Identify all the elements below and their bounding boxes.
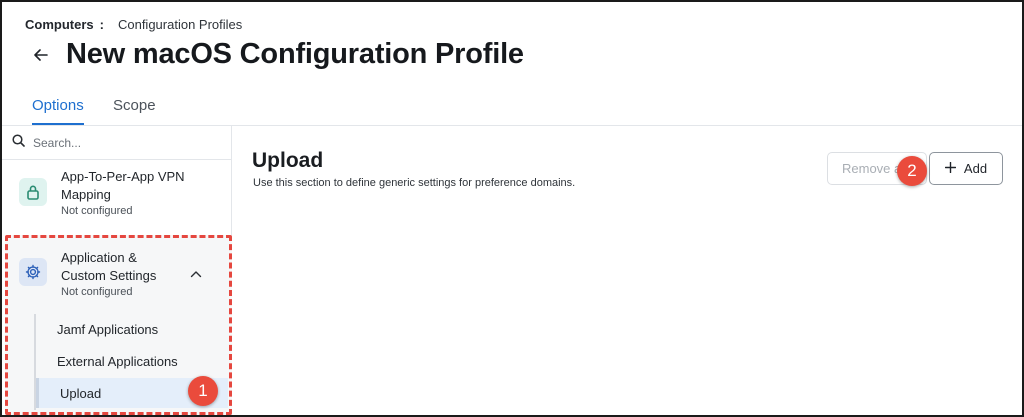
breadcrumb-separator: : [99, 17, 104, 32]
page-title: New macOS Configuration Profile [66, 38, 524, 70]
add-button-label: Add [963, 161, 988, 176]
sidebar-item-label: Application & Custom Settings [61, 250, 157, 283]
annotation-badge-2: 2 [897, 156, 927, 186]
lock-icon [19, 178, 47, 206]
sidebar-item-text: App-To-Per-App VPN Mapping Not configure… [61, 168, 211, 217]
plus-icon [944, 161, 957, 176]
tab-bar: Options Scope [2, 88, 1022, 126]
sidebar: App-To-Per-App VPN Mapping Not configure… [2, 126, 232, 415]
sidebar-subitem-jamf-applications[interactable]: Jamf Applications [36, 314, 228, 344]
main-content: Upload Use this section to define generi… [233, 126, 1022, 415]
chevron-up-icon[interactable] [190, 265, 202, 283]
tab-options[interactable]: Options [32, 97, 84, 125]
app-window: Computers : Configuration Profiles New m… [0, 0, 1024, 417]
add-button[interactable]: Add [929, 152, 1003, 185]
gear-icon [19, 258, 47, 286]
sidebar-item-status: Not configured [61, 205, 133, 217]
breadcrumb: Computers : Configuration Profiles [25, 17, 242, 32]
search-input[interactable] [33, 135, 213, 150]
back-arrow-icon[interactable] [32, 46, 50, 64]
title-row: New macOS Configuration Profile [32, 38, 524, 71]
search-bar [2, 126, 231, 160]
tab-scope[interactable]: Scope [113, 97, 156, 123]
sidebar-item-application-custom-settings[interactable]: Application & Custom Settings Not config… [2, 246, 231, 308]
sidebar-subitem-external-applications[interactable]: External Applications [36, 346, 228, 376]
sidebar-item-app-vpn-mapping[interactable]: App-To-Per-App VPN Mapping Not configure… [2, 162, 231, 224]
sidebar-item-label: App-To-Per-App VPN Mapping [61, 169, 185, 202]
sidebar-item-text: Application & Custom Settings Not config… [61, 249, 181, 298]
annotation-badge-1: 1 [188, 376, 218, 406]
breadcrumb-configuration-profiles[interactable]: Configuration Profiles [118, 17, 242, 32]
breadcrumb-computers[interactable]: Computers [25, 17, 94, 32]
section-title: Upload [252, 149, 324, 172]
search-icon [12, 133, 25, 152]
sidebar-item-status: Not configured [61, 286, 133, 298]
section-description: Use this section to define generic setti… [253, 177, 576, 189]
